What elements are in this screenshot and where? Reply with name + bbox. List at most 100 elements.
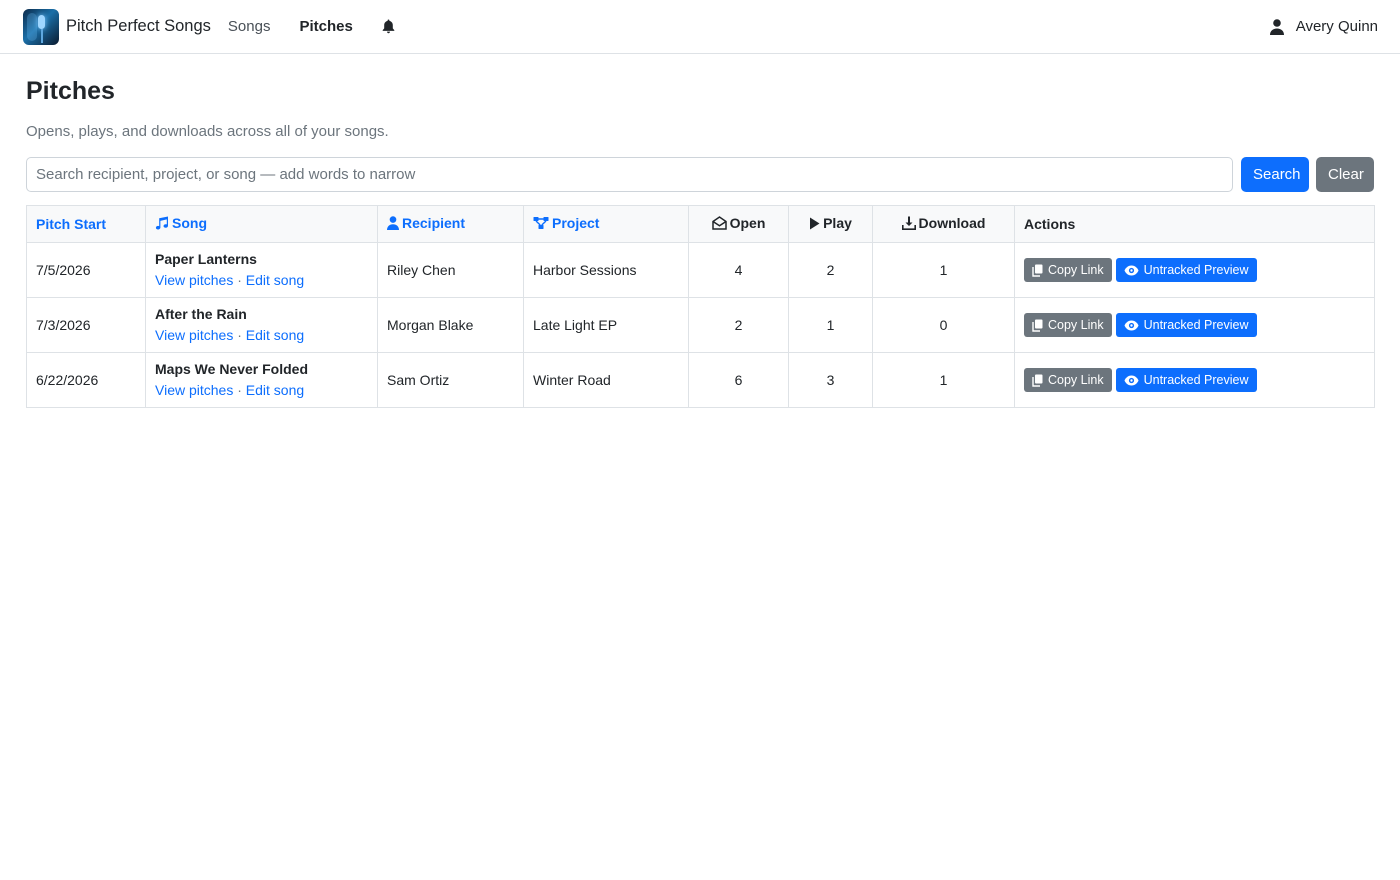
cell-play-count: 1: [788, 297, 873, 353]
table-row: 7/5/2026 Paper Lanterns View pitches · Edi…: [26, 242, 1375, 298]
untracked-preview-label: Untracked Preview: [1143, 263, 1249, 277]
project-diagram-icon: [533, 217, 549, 229]
sort-recipient-link[interactable]: Recipient: [387, 215, 465, 231]
cell-project: Harbor Sessions: [523, 242, 689, 298]
song-title: Paper Lanterns: [155, 251, 257, 267]
table-body: 7/5/2026 Paper Lanterns View pitches · Edi…: [26, 242, 1375, 408]
header-recipient-label: Recipient: [402, 215, 466, 231]
sort-project-link[interactable]: Project: [533, 215, 599, 231]
view-pitches-link[interactable]: View pitches: [155, 327, 233, 343]
header-project[interactable]: Project: [523, 205, 689, 243]
header-recipient[interactable]: Recipient: [377, 205, 524, 243]
cell-download-count: 1: [872, 352, 1015, 408]
copy-link-label: Copy Link: [1048, 263, 1104, 277]
eye-icon: [1124, 265, 1139, 275]
cell-pitch-start: 7/3/2026: [26, 297, 146, 353]
untracked-preview-button[interactable]: Untracked Preview: [1115, 368, 1257, 392]
edit-song-link[interactable]: Edit song: [246, 272, 304, 288]
header-actions: Actions: [1014, 205, 1375, 243]
cell-actions: Copy Link Untracked Preview: [1014, 297, 1375, 353]
cell-open-count: 6: [688, 352, 789, 408]
cell-pitch-start: 7/5/2026: [26, 242, 146, 298]
edit-song-link[interactable]: Edit song: [246, 327, 304, 343]
cell-play-count: 3: [788, 352, 873, 408]
sort-pitch-start-link[interactable]: Pitch Start: [36, 216, 106, 232]
copy-icon: [1032, 319, 1043, 332]
cell-recipient: Riley Chen: [377, 242, 524, 298]
song-links: View pitches · Edit song: [155, 326, 368, 344]
cell-actions: Copy Link Untracked Preview: [1014, 242, 1375, 298]
copy-link-label: Copy Link: [1048, 318, 1104, 332]
copy-link-button[interactable]: Copy Link: [1024, 258, 1112, 282]
header-song-label: Song: [172, 215, 207, 231]
cell-project: Winter Road: [523, 352, 689, 408]
untracked-preview-button[interactable]: Untracked Preview: [1115, 258, 1257, 282]
header-play-label: Play: [823, 215, 852, 232]
header-download-label: Download: [918, 215, 986, 231]
cell-project: Late Light EP: [523, 297, 689, 353]
eye-icon: [1124, 375, 1139, 385]
eye-icon: [1124, 320, 1139, 330]
search-button[interactable]: Search: [1241, 157, 1309, 192]
nav-songs[interactable]: Songs: [228, 18, 271, 35]
envelope-open-icon: [711, 216, 727, 230]
untracked-preview-label: Untracked Preview: [1143, 318, 1249, 332]
brand-link[interactable]: Pitch Perfect Songs: [23, 8, 211, 45]
song-links: View pitches · Edit song: [155, 381, 368, 399]
table-row: 7/3/2026 After the Rain View pitches · Edi…: [26, 297, 1375, 353]
table-row: 6/22/2026 Maps We Never Folded View pitche…: [26, 352, 1375, 408]
header-play: Play: [788, 205, 873, 243]
cell-song: Maps We Never Folded View pitches · Edit …: [145, 352, 378, 408]
download-icon: [901, 216, 916, 230]
header-open-label: Open: [729, 215, 766, 231]
cell-download-count: 0: [872, 297, 1015, 353]
clear-button[interactable]: Clear: [1316, 157, 1374, 192]
bell-icon[interactable]: [381, 19, 397, 35]
page-title: Pitches: [26, 77, 115, 105]
top-navbar: Pitch Perfect Songs Songs Pitches Avery …: [0, 0, 1400, 54]
copy-link-button[interactable]: Copy Link: [1024, 313, 1112, 337]
search-input[interactable]: [26, 157, 1233, 192]
music-note-icon: [155, 216, 168, 230]
edit-song-link[interactable]: Edit song: [246, 382, 304, 398]
user-menu[interactable]: Avery Quinn: [1269, 18, 1378, 35]
copy-link-label: Copy Link: [1048, 373, 1104, 387]
link-separator: ·: [237, 327, 242, 343]
user-icon: [1269, 18, 1284, 35]
cell-song: After the Rain View pitches · Edit song: [145, 297, 378, 353]
copy-link-button[interactable]: Copy Link: [1024, 368, 1112, 392]
cell-play-count: 2: [788, 242, 873, 298]
untracked-preview-label: Untracked Preview: [1143, 373, 1249, 387]
copy-icon: [1032, 374, 1043, 387]
cell-song: Paper Lanterns View pitches · Edit song: [145, 242, 378, 298]
link-separator: ·: [237, 382, 242, 398]
cell-recipient: Morgan Blake: [377, 297, 524, 353]
header-song[interactable]: Song: [145, 205, 378, 243]
sort-song-link[interactable]: Song: [155, 215, 207, 231]
cell-open-count: 2: [688, 297, 789, 353]
table-header-row: Pitch Start Song Recipient Project Open …: [26, 205, 1375, 243]
song-links: View pitches · Edit song: [155, 271, 368, 289]
nav-pitches[interactable]: Pitches: [299, 18, 352, 35]
pitches-table: Pitch Start Song Recipient Project Open …: [26, 205, 1375, 408]
user-name: Avery Quinn: [1295, 18, 1378, 35]
song-title: Maps We Never Folded: [155, 361, 309, 377]
cell-open-count: 4: [688, 242, 789, 298]
view-pitches-link[interactable]: View pitches: [155, 272, 233, 288]
song-title: After the Rain: [155, 306, 247, 322]
link-separator: ·: [237, 272, 242, 288]
cell-download-count: 1: [872, 242, 1015, 298]
main-content: Pitches Opens, plays, and downloads acro…: [0, 76, 1400, 408]
header-pitch-start[interactable]: Pitch Start: [26, 205, 146, 243]
untracked-preview-button[interactable]: Untracked Preview: [1115, 313, 1257, 337]
view-pitches-link[interactable]: View pitches: [155, 382, 233, 398]
header-project-label: Project: [552, 215, 600, 231]
search-bar: Search Clear: [26, 157, 1374, 192]
cell-recipient: Sam Ortiz: [377, 352, 524, 408]
copy-icon: [1032, 264, 1043, 277]
user-icon: [387, 216, 399, 230]
cell-actions: Copy Link Untracked Preview: [1014, 352, 1375, 408]
header-download: Download: [872, 205, 1015, 243]
brand-name: Pitch Perfect Songs: [66, 17, 211, 35]
page-subtitle: Opens, plays, and downloads across all o…: [26, 123, 389, 140]
